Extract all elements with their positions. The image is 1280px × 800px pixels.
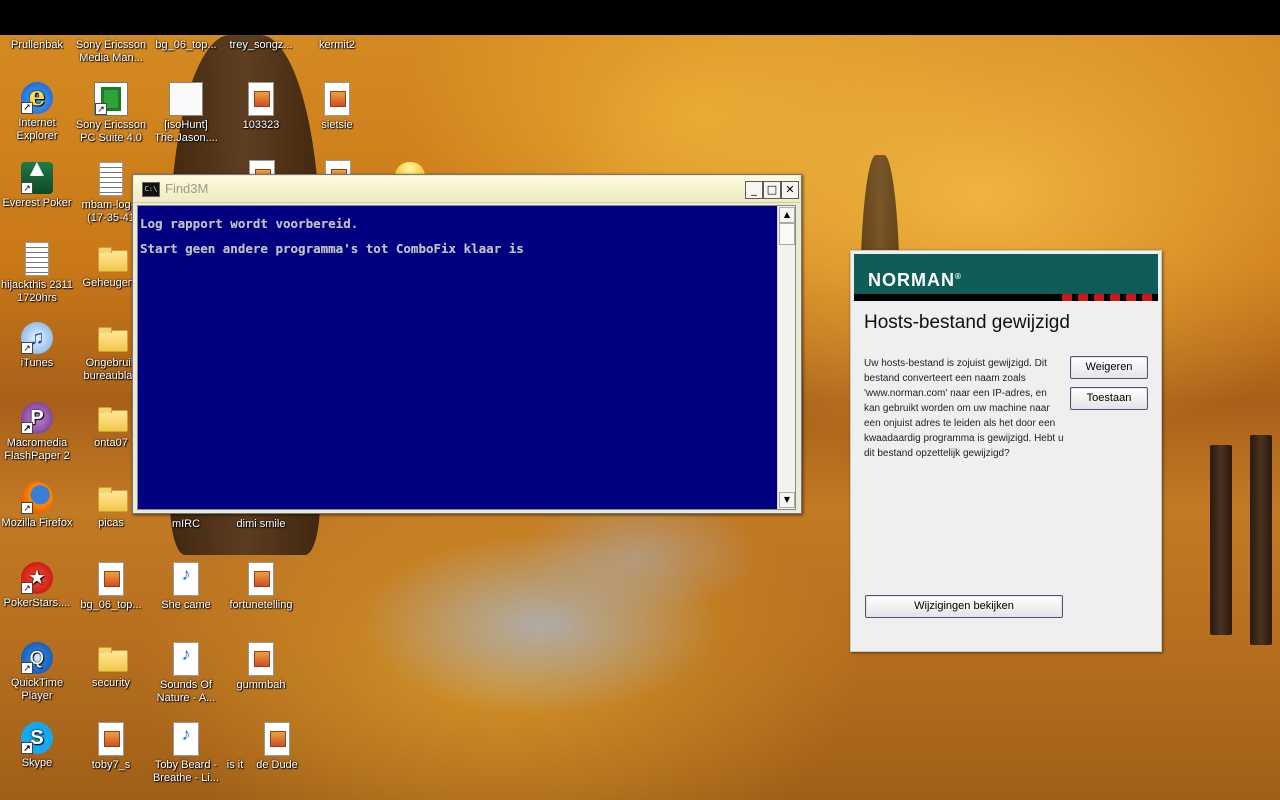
desktop-icon-everest-poker[interactable]: Everest Poker <box>0 162 75 210</box>
maximize-button[interactable]: □ <box>763 181 781 199</box>
nfo-file-icon <box>169 82 203 116</box>
fence-post <box>1250 435 1272 645</box>
desktop-icon-sounds-of-nature[interactable]: ♪ Sounds Of Nature - A... <box>148 642 224 705</box>
allow-button[interactable]: Toestaan <box>1070 387 1148 410</box>
desktop-icon-quicktime[interactable]: QQuickTime Player <box>0 642 75 703</box>
scroll-thumb[interactable] <box>779 223 795 245</box>
desktop-icon-kermit2[interactable]: kermit2 <box>299 39 375 52</box>
norman-logo: NORMAN® <box>868 270 962 290</box>
image-file-icon <box>248 642 274 676</box>
desktop-icon-de-dude[interactable]: de Dude <box>239 722 315 772</box>
image-file-icon <box>324 82 350 116</box>
desktop-icon-security[interactable]: security <box>73 642 149 690</box>
console-output-area[interactable]: Log rapport wordt voorbereid. Start geen… <box>137 205 796 510</box>
text-file-icon <box>99 162 123 196</box>
desktop-icon-skype[interactable]: SSkype <box>0 722 75 770</box>
desktop-icon-gummbah[interactable]: gummbah <box>223 642 299 692</box>
fence-post <box>1210 445 1232 635</box>
desktop-icon-mirc[interactable]: mIRC <box>148 518 224 531</box>
mp3-file-icon: ♪ <box>173 562 199 596</box>
console-title-bar[interactable]: C:\ Find3M _ □ ✕ <box>134 176 800 203</box>
image-file-icon <box>248 82 274 116</box>
desktop-icon-fortunetelling[interactable]: fortunetelling <box>223 562 299 612</box>
folder-icon <box>96 322 128 354</box>
desktop-icon-trey-songz[interactable]: trey_songz... <box>223 39 299 52</box>
desktop-icon-firefox[interactable]: Mozilla Firefox <box>0 482 75 530</box>
console-scrollbar[interactable]: ▲ ▼ <box>777 206 795 509</box>
desktop-icon-she-came[interactable]: ♪ She came <box>148 562 224 612</box>
dialog-heading: Hosts-bestand gewijzigd <box>864 312 1070 333</box>
desktop-icon-flashpaper[interactable]: PMacromedia FlashPaper 2 <box>0 402 75 463</box>
folder-icon <box>96 242 128 274</box>
mp3-file-icon: ♪ <box>173 642 199 676</box>
firefox-icon <box>21 482 53 514</box>
folder-icon <box>96 402 128 434</box>
flashpaper-icon: P <box>21 402 53 434</box>
banner-accent-dots <box>1062 294 1158 301</box>
mp3-file-icon: ♪ <box>173 722 199 756</box>
desktop-icon-toby7-s[interactable]: toby7_s <box>73 722 149 772</box>
view-changes-button[interactable]: Wijzigingen bekijken <box>865 595 1063 618</box>
image-file-icon <box>264 722 290 756</box>
desktop-icon-pc-suite[interactable]: Sony Ericsson PC Suite 4.0 <box>73 82 149 145</box>
console-title: Find3M <box>165 181 209 196</box>
desktop-icon-internet-explorer[interactable]: eInternet Explorer <box>0 82 75 143</box>
image-file-icon <box>98 722 124 756</box>
minimize-button[interactable]: _ <box>745 181 763 199</box>
deny-button[interactable]: Weigeren <box>1070 356 1148 379</box>
quicktime-icon: Q <box>21 642 53 674</box>
pokerstars-icon: ★ <box>21 562 53 594</box>
pc-suite-icon <box>94 82 128 116</box>
skype-icon: S <box>21 722 53 754</box>
desktop-icon-media-manager[interactable]: Sony Ericsson Media Man... <box>73 39 149 65</box>
desktop-icon-itunes[interactable]: ♫iTunes <box>0 322 75 370</box>
desktop-icon-hijackthis-log[interactable]: hijackthis 2311 1720hrs <box>0 242 75 305</box>
image-file-icon <box>248 562 274 596</box>
console-line: Log rapport wordt voorbereid. <box>140 216 359 231</box>
close-button[interactable]: ✕ <box>781 181 799 199</box>
scroll-up-arrow-icon[interactable]: ▲ <box>779 207 795 223</box>
norman-hosts-dialog[interactable]: NORMAN® Hosts-bestand gewijzigd Uw hosts… <box>850 250 1162 652</box>
desktop-icon-dimi-smile[interactable]: dimi smile <box>223 518 299 531</box>
folder-icon <box>96 642 128 674</box>
internet-explorer-icon: e <box>21 82 53 114</box>
dialog-message: Uw hosts-bestand is zojuist gewijzigd. D… <box>864 358 1064 459</box>
desktop-icon-bg-06-top-1[interactable]: bg_06_top... <box>148 39 224 52</box>
find3m-console-window[interactable]: C:\ Find3M _ □ ✕ Log rapport wordt voorb… <box>132 174 802 514</box>
desktop-icon-pokerstars[interactable]: ★PokerStars.... <box>0 562 75 610</box>
desktop-icon-recycle-bin[interactable]: Prullenbak <box>0 39 75 52</box>
itunes-icon: ♫ <box>21 322 53 354</box>
console-app-icon: C:\ <box>142 182 160 197</box>
text-file-icon <box>25 242 49 276</box>
desktop-icon-isohunt-nfo[interactable]: [isoHunt] The.Jason.... <box>148 82 224 145</box>
folder-icon <box>96 482 128 514</box>
top-black-bar <box>0 0 1280 35</box>
console-line: Start geen andere programma's tot ComboF… <box>140 241 524 256</box>
desktop-icon-bg-06-top-2[interactable]: bg_06_top... <box>73 562 149 612</box>
everest-poker-icon <box>21 162 53 194</box>
scroll-down-arrow-icon[interactable]: ▼ <box>779 492 795 508</box>
image-file-icon <box>98 562 124 596</box>
norman-banner: NORMAN® <box>854 254 1158 294</box>
desktop-icon-103323[interactable]: 103323 <box>223 82 299 132</box>
desktop-icon-sietsie[interactable]: sietsie <box>299 82 375 132</box>
